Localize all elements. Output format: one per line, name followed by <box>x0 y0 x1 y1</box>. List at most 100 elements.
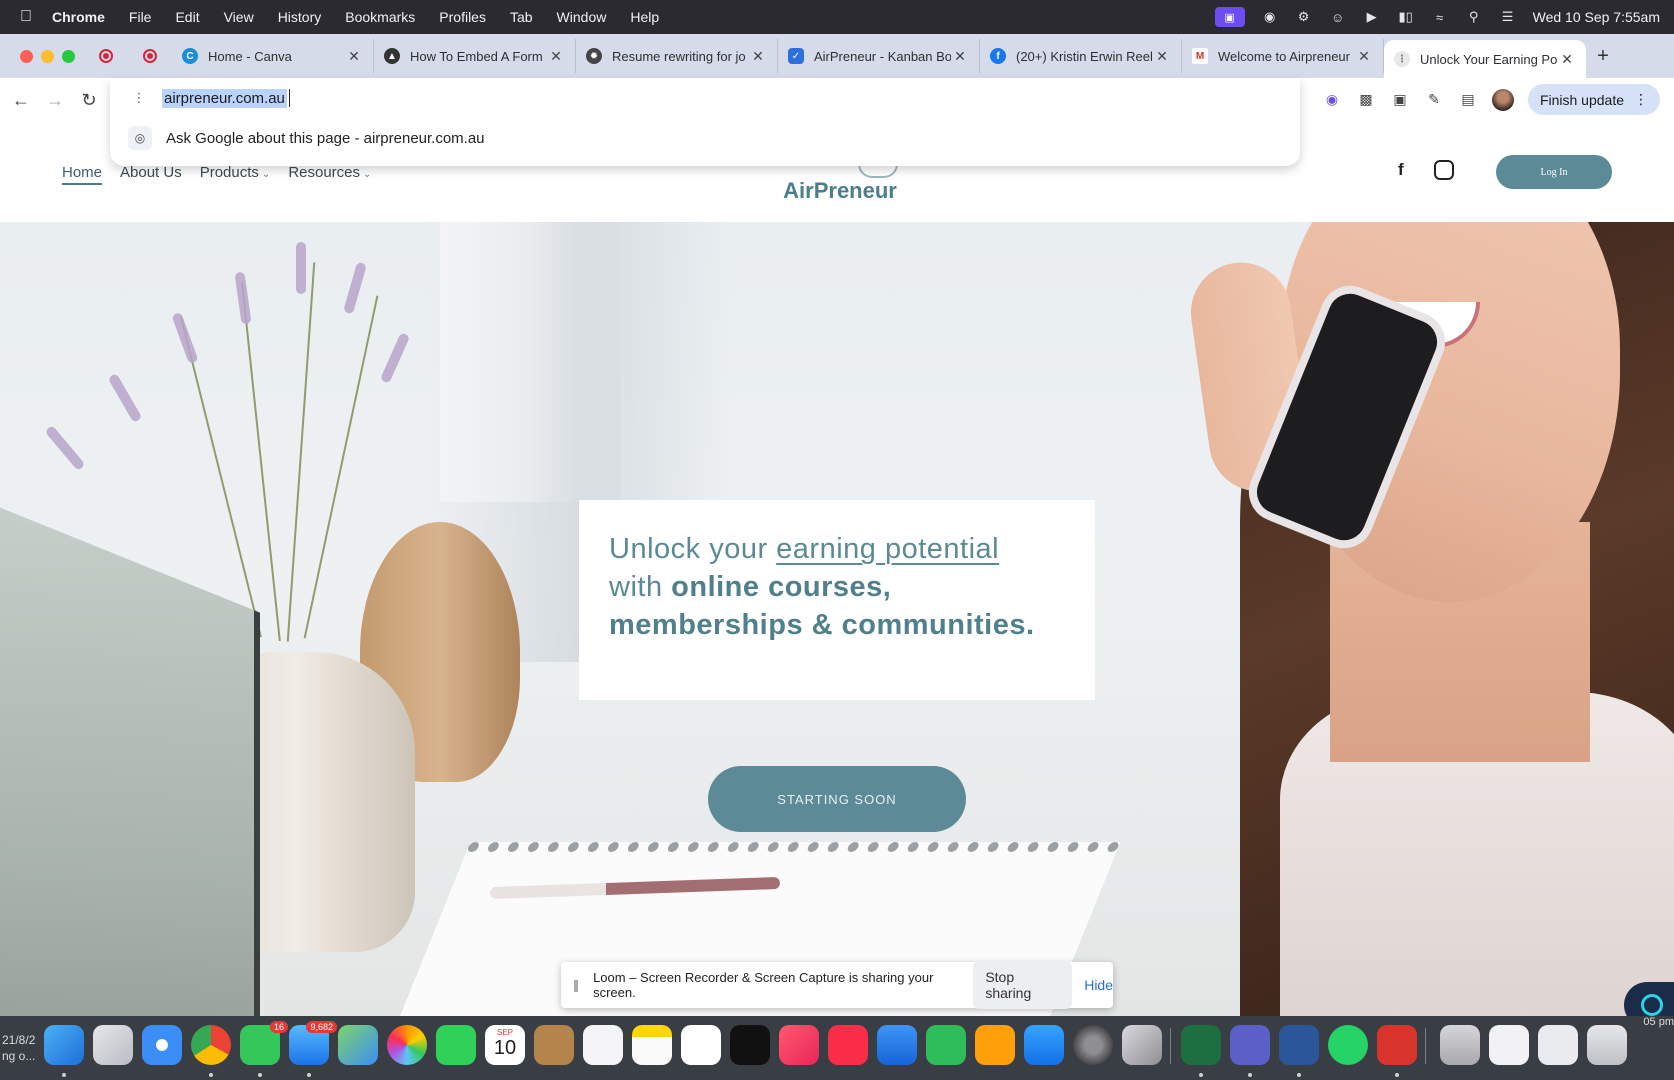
login-button[interactable]: Log In <box>1496 155 1612 189</box>
downloads-stack-icon[interactable] <box>1440 1025 1480 1065</box>
mask-extension-icon[interactable]: ▩ <box>1356 90 1376 110</box>
screen-share-icon[interactable]: ▣ <box>1214 7 1245 27</box>
side-panel-icon[interactable]: ▤ <box>1458 90 1478 110</box>
close-tab-icon[interactable]: ✕ <box>749 48 767 65</box>
address-bar[interactable]: ⋮ airpreneur.com.au <box>110 78 1300 118</box>
zoom-window-button[interactable] <box>62 49 75 63</box>
control-center-icon[interactable]: ☰ <box>1499 9 1517 24</box>
acrobat-icon[interactable] <box>1377 1025 1417 1065</box>
excel-icon[interactable] <box>1181 1025 1221 1065</box>
teams-icon[interactable] <box>1230 1025 1270 1065</box>
iphone-mirroring-icon[interactable] <box>1122 1025 1162 1065</box>
trash-icon[interactable] <box>1587 1025 1627 1065</box>
tab-facebook-reels[interactable]: f (20+) Kristin Erwin Reel ✕ <box>980 39 1182 73</box>
starting-soon-button[interactable]: STARTING SOON <box>708 766 966 832</box>
back-arrow-icon[interactable]: ← <box>4 90 38 111</box>
menu-tab[interactable]: Tab <box>498 9 545 25</box>
minimize-window-button[interactable] <box>41 49 54 63</box>
new-tab-button[interactable]: + <box>1586 45 1620 68</box>
site-info-icon[interactable]: ⋮ <box>130 89 148 107</box>
menu-bookmarks[interactable]: Bookmarks <box>333 9 427 25</box>
close-window-button[interactable] <box>20 49 33 63</box>
reminders-icon[interactable] <box>583 1025 623 1065</box>
tab-home-canva[interactable]: C Home - Canva ✕ <box>172 39 374 73</box>
screenshots-stack-icon[interactable] <box>1538 1025 1578 1065</box>
chrome-icon[interactable] <box>191 1025 231 1065</box>
close-tab-icon[interactable]: ✕ <box>1153 48 1171 65</box>
battery-icon[interactable]: ▮▯ <box>1397 9 1415 24</box>
instagram-icon[interactable] <box>1434 160 1454 180</box>
close-tab-icon[interactable]: ✕ <box>1558 51 1576 68</box>
launchpad-icon[interactable] <box>93 1025 133 1065</box>
pages-icon[interactable] <box>975 1025 1015 1065</box>
loom-extension-icon[interactable]: ◉ <box>1322 90 1342 110</box>
puzzle-extensions-icon[interactable]: ✎ <box>1424 90 1444 110</box>
nav-home[interactable]: Home <box>62 164 103 185</box>
tab-embed-form[interactable]: ▲ How To Embed A Form ✕ <box>374 39 576 73</box>
finish-update-button[interactable]: Finish update ⋮ <box>1527 84 1660 115</box>
document-stack-icon[interactable] <box>1489 1025 1529 1065</box>
close-tab-icon[interactable]: ✕ <box>345 48 363 65</box>
messages-icon[interactable]: 16 <box>240 1021 288 1065</box>
calendar-icon[interactable]: SEP 10 <box>485 1025 525 1065</box>
hide-button[interactable]: Hide <box>1084 977 1113 993</box>
settings-gear-icon[interactable]: ⚙ <box>1295 9 1313 24</box>
music-icon[interactable] <box>779 1025 819 1065</box>
apple-tv-icon[interactable] <box>730 1025 770 1065</box>
menu-help[interactable]: Help <box>618 9 671 25</box>
facebook-icon[interactable]: f <box>1398 160 1404 180</box>
finder-icon[interactable] <box>44 1025 84 1065</box>
menu-history[interactable]: History <box>266 9 334 25</box>
site-logo[interactable]: AirPreneur <box>770 178 910 204</box>
camera-extension-icon[interactable]: ▣ <box>1390 90 1410 110</box>
play-circle-icon[interactable]: ▶ <box>1363 9 1381 24</box>
stop-sharing-button[interactable]: Stop sharing <box>973 961 1073 1009</box>
pinned-tab-1[interactable] <box>84 41 128 71</box>
word-icon[interactable] <box>1279 1025 1319 1065</box>
profile-avatar[interactable] <box>1491 88 1514 111</box>
mail-icon[interactable]: 9,682 <box>289 1021 337 1065</box>
menu-profiles[interactable]: Profiles <box>427 9 498 25</box>
spotlight-search-icon[interactable]: ⚲ <box>1465 9 1483 24</box>
tab-resume-rewriting[interactable]: ✹ Resume rewriting for jo ✕ <box>576 39 778 73</box>
menu-view[interactable]: View <box>212 9 266 25</box>
loom-status-icon[interactable]: ◉ <box>1261 9 1279 24</box>
loom-floating-button[interactable] <box>1624 982 1674 1016</box>
notes-icon[interactable] <box>632 1025 672 1065</box>
safari-icon[interactable] <box>142 1025 182 1065</box>
menu-app-name[interactable]: Chrome <box>52 9 117 25</box>
menu-edit[interactable]: Edit <box>163 9 211 25</box>
omnibox-suggestion[interactable]: ◎ Ask Google about this page - airpreneu… <box>110 118 1300 158</box>
close-tab-icon[interactable]: ✕ <box>951 48 969 65</box>
menu-file[interactable]: File <box>117 9 164 25</box>
contacts-icon[interactable] <box>534 1025 574 1065</box>
facetime-icon[interactable] <box>436 1025 476 1065</box>
system-settings-icon[interactable] <box>1073 1025 1113 1065</box>
keynote-icon[interactable] <box>877 1025 917 1065</box>
nav-resources[interactable]: Resources ⌄ <box>288 164 371 185</box>
freeform-icon[interactable] <box>681 1025 721 1065</box>
pinned-tab-2[interactable] <box>128 41 172 71</box>
tab-welcome-gmail[interactable]: M Welcome to Airpreneur ✕ <box>1182 39 1384 73</box>
clock[interactable]: Wed 10 Sep 7:55am <box>1533 9 1660 25</box>
whatsapp-icon[interactable] <box>1328 1025 1368 1065</box>
nav-about-us[interactable]: About Us <box>120 164 182 185</box>
numbers-icon[interactable] <box>926 1025 966 1065</box>
photos-icon[interactable] <box>387 1025 427 1065</box>
forward-arrow-icon[interactable]: → <box>38 90 72 111</box>
app-store-icon[interactable] <box>1024 1025 1064 1065</box>
close-tab-icon[interactable]: ✕ <box>547 48 565 65</box>
close-tab-icon[interactable]: ✕ <box>1355 48 1373 65</box>
address-input[interactable]: airpreneur.com.au <box>162 88 287 108</box>
menu-window[interactable]: Window <box>545 9 619 25</box>
user-circle-icon[interactable]: ☺ <box>1329 10 1347 25</box>
drag-handle-icon[interactable]: ❚ <box>571 978 581 992</box>
tab-kanban-board[interactable]: ✓ AirPreneur - Kanban Bo ✕ <box>778 39 980 73</box>
apple-menu-icon[interactable]:  <box>0 8 52 26</box>
maps-icon[interactable] <box>338 1025 378 1065</box>
reload-icon[interactable]: ↻ <box>72 90 106 111</box>
news-icon[interactable] <box>828 1025 868 1065</box>
tab-unlock-earning-potential[interactable]: ⋮ Unlock Your Earning Po ✕ <box>1384 40 1586 78</box>
nav-products[interactable]: Products ⌄ <box>200 164 271 185</box>
wifi-icon[interactable]: ≈ <box>1431 10 1449 25</box>
